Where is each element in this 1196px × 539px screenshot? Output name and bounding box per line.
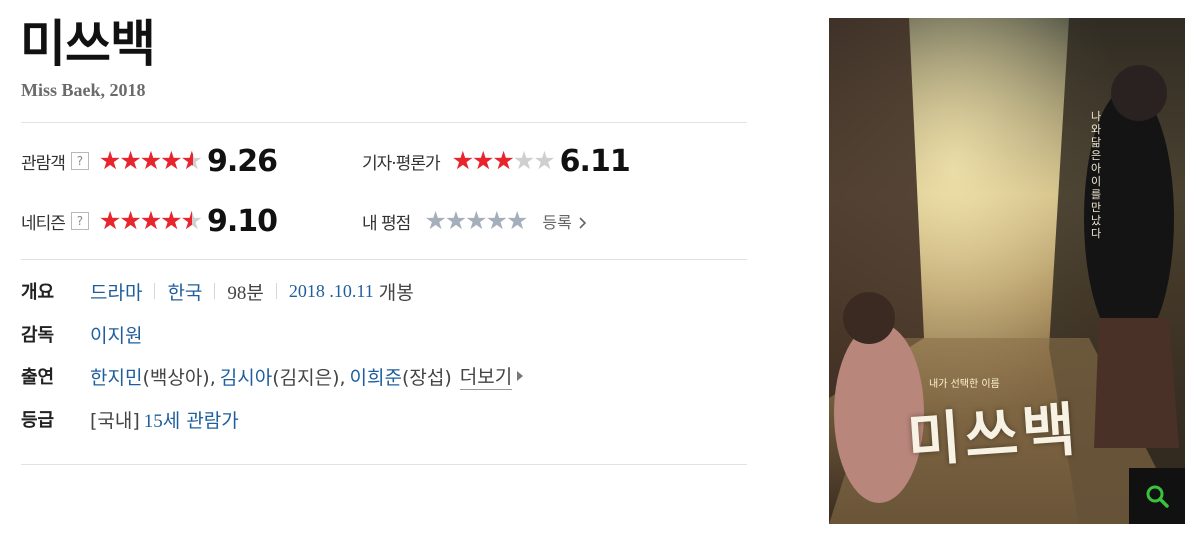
- audience-score: 9.26: [206, 143, 278, 179]
- divider-bottom: [21, 464, 747, 465]
- country-link[interactable]: 한국: [167, 278, 202, 305]
- cast-row: 출연 한지민 (백상아), 김시아 (김지은), 이희준 (장섭) 더보기: [21, 359, 524, 393]
- divider-top: [21, 122, 747, 123]
- actor-role: (장섭): [401, 366, 452, 389]
- search-icon: [1146, 485, 1169, 508]
- help-icon[interactable]: ?: [70, 152, 89, 170]
- movie-poster[interactable]: 나와 닮은 아이를 만났다 내가 선택한 이름 미쓰백: [829, 18, 1185, 524]
- cast-more-link[interactable]: 더보기: [459, 362, 513, 390]
- movie-title: 미쓰백: [20, 15, 156, 73]
- audience-label: 관람객: [21, 153, 66, 174]
- separator: [154, 283, 156, 299]
- separator: [275, 283, 277, 299]
- director-row: 감독 이지원: [21, 317, 142, 351]
- netizen-rating: 네티즌 ? ★★★★★ ★★★★★ 9.10: [21, 201, 278, 241]
- release-suffix: 개봉: [378, 281, 414, 304]
- genre-link[interactable]: 드라마: [90, 278, 142, 305]
- release-date-link[interactable]: 2018 .10.11: [289, 281, 374, 302]
- divider-middle: [21, 259, 747, 260]
- grade-row: 등급 [국내] 15세 관람가: [21, 402, 239, 436]
- netizen-stars: ★★★★★ ★★★★★: [98, 206, 203, 235]
- director-link[interactable]: 이지원: [90, 321, 142, 348]
- grade-prefix: [국내]: [90, 409, 140, 432]
- actor-link[interactable]: 한지민: [90, 363, 142, 390]
- actor-role: (백상아),: [142, 366, 216, 389]
- chevron-right-icon: [579, 217, 587, 229]
- register-rating-link[interactable]: 등록: [542, 209, 587, 233]
- grade-link[interactable]: 15세 관람가: [144, 406, 239, 433]
- poster-vertical-text: 나와 닮은 아이를 만났다: [1091, 110, 1102, 240]
- movie-subtitle: Miss Baek, 2018: [21, 80, 146, 100]
- separator: [214, 283, 216, 299]
- netizen-label: 네티즌: [21, 213, 66, 234]
- actor-link[interactable]: 이희준: [350, 363, 402, 390]
- cast-label: 출연: [21, 367, 55, 388]
- netizen-score: 9.10: [206, 203, 278, 239]
- critics-rating: 기자·평론가 ★★★★★ ★★★★★ 6.11: [362, 141, 631, 181]
- audience-stars: ★★★★★ ★★★★★: [98, 146, 203, 175]
- triangle-right-icon: [517, 371, 524, 381]
- zoom-button[interactable]: [1129, 468, 1185, 524]
- critics-score: 6.11: [559, 143, 631, 179]
- critics-label: 기자·평론가: [362, 153, 441, 174]
- overview-label: 개요: [21, 282, 55, 303]
- director-label: 감독: [21, 325, 55, 346]
- poster-logo: 미쓰백: [905, 395, 1082, 475]
- my-rating: 내 평점 ★★★★★ 등록: [362, 201, 587, 241]
- my-rating-label: 내 평점: [362, 213, 411, 234]
- audience-rating: 관람객 ? ★★★★★ ★★★★★ 9.26: [21, 141, 278, 181]
- actor-role: (김지은),: [272, 366, 346, 389]
- my-rating-stars[interactable]: ★★★★★: [424, 207, 528, 235]
- overview-row: 개요 드라마 한국 98분 2018 .10.11 개봉: [21, 274, 414, 308]
- critics-stars: ★★★★★ ★★★★★: [451, 146, 556, 175]
- runtime: 98분: [227, 281, 264, 304]
- actor-link[interactable]: 김시아: [220, 363, 272, 390]
- grade-label: 등급: [21, 410, 55, 431]
- help-icon[interactable]: ?: [70, 212, 89, 230]
